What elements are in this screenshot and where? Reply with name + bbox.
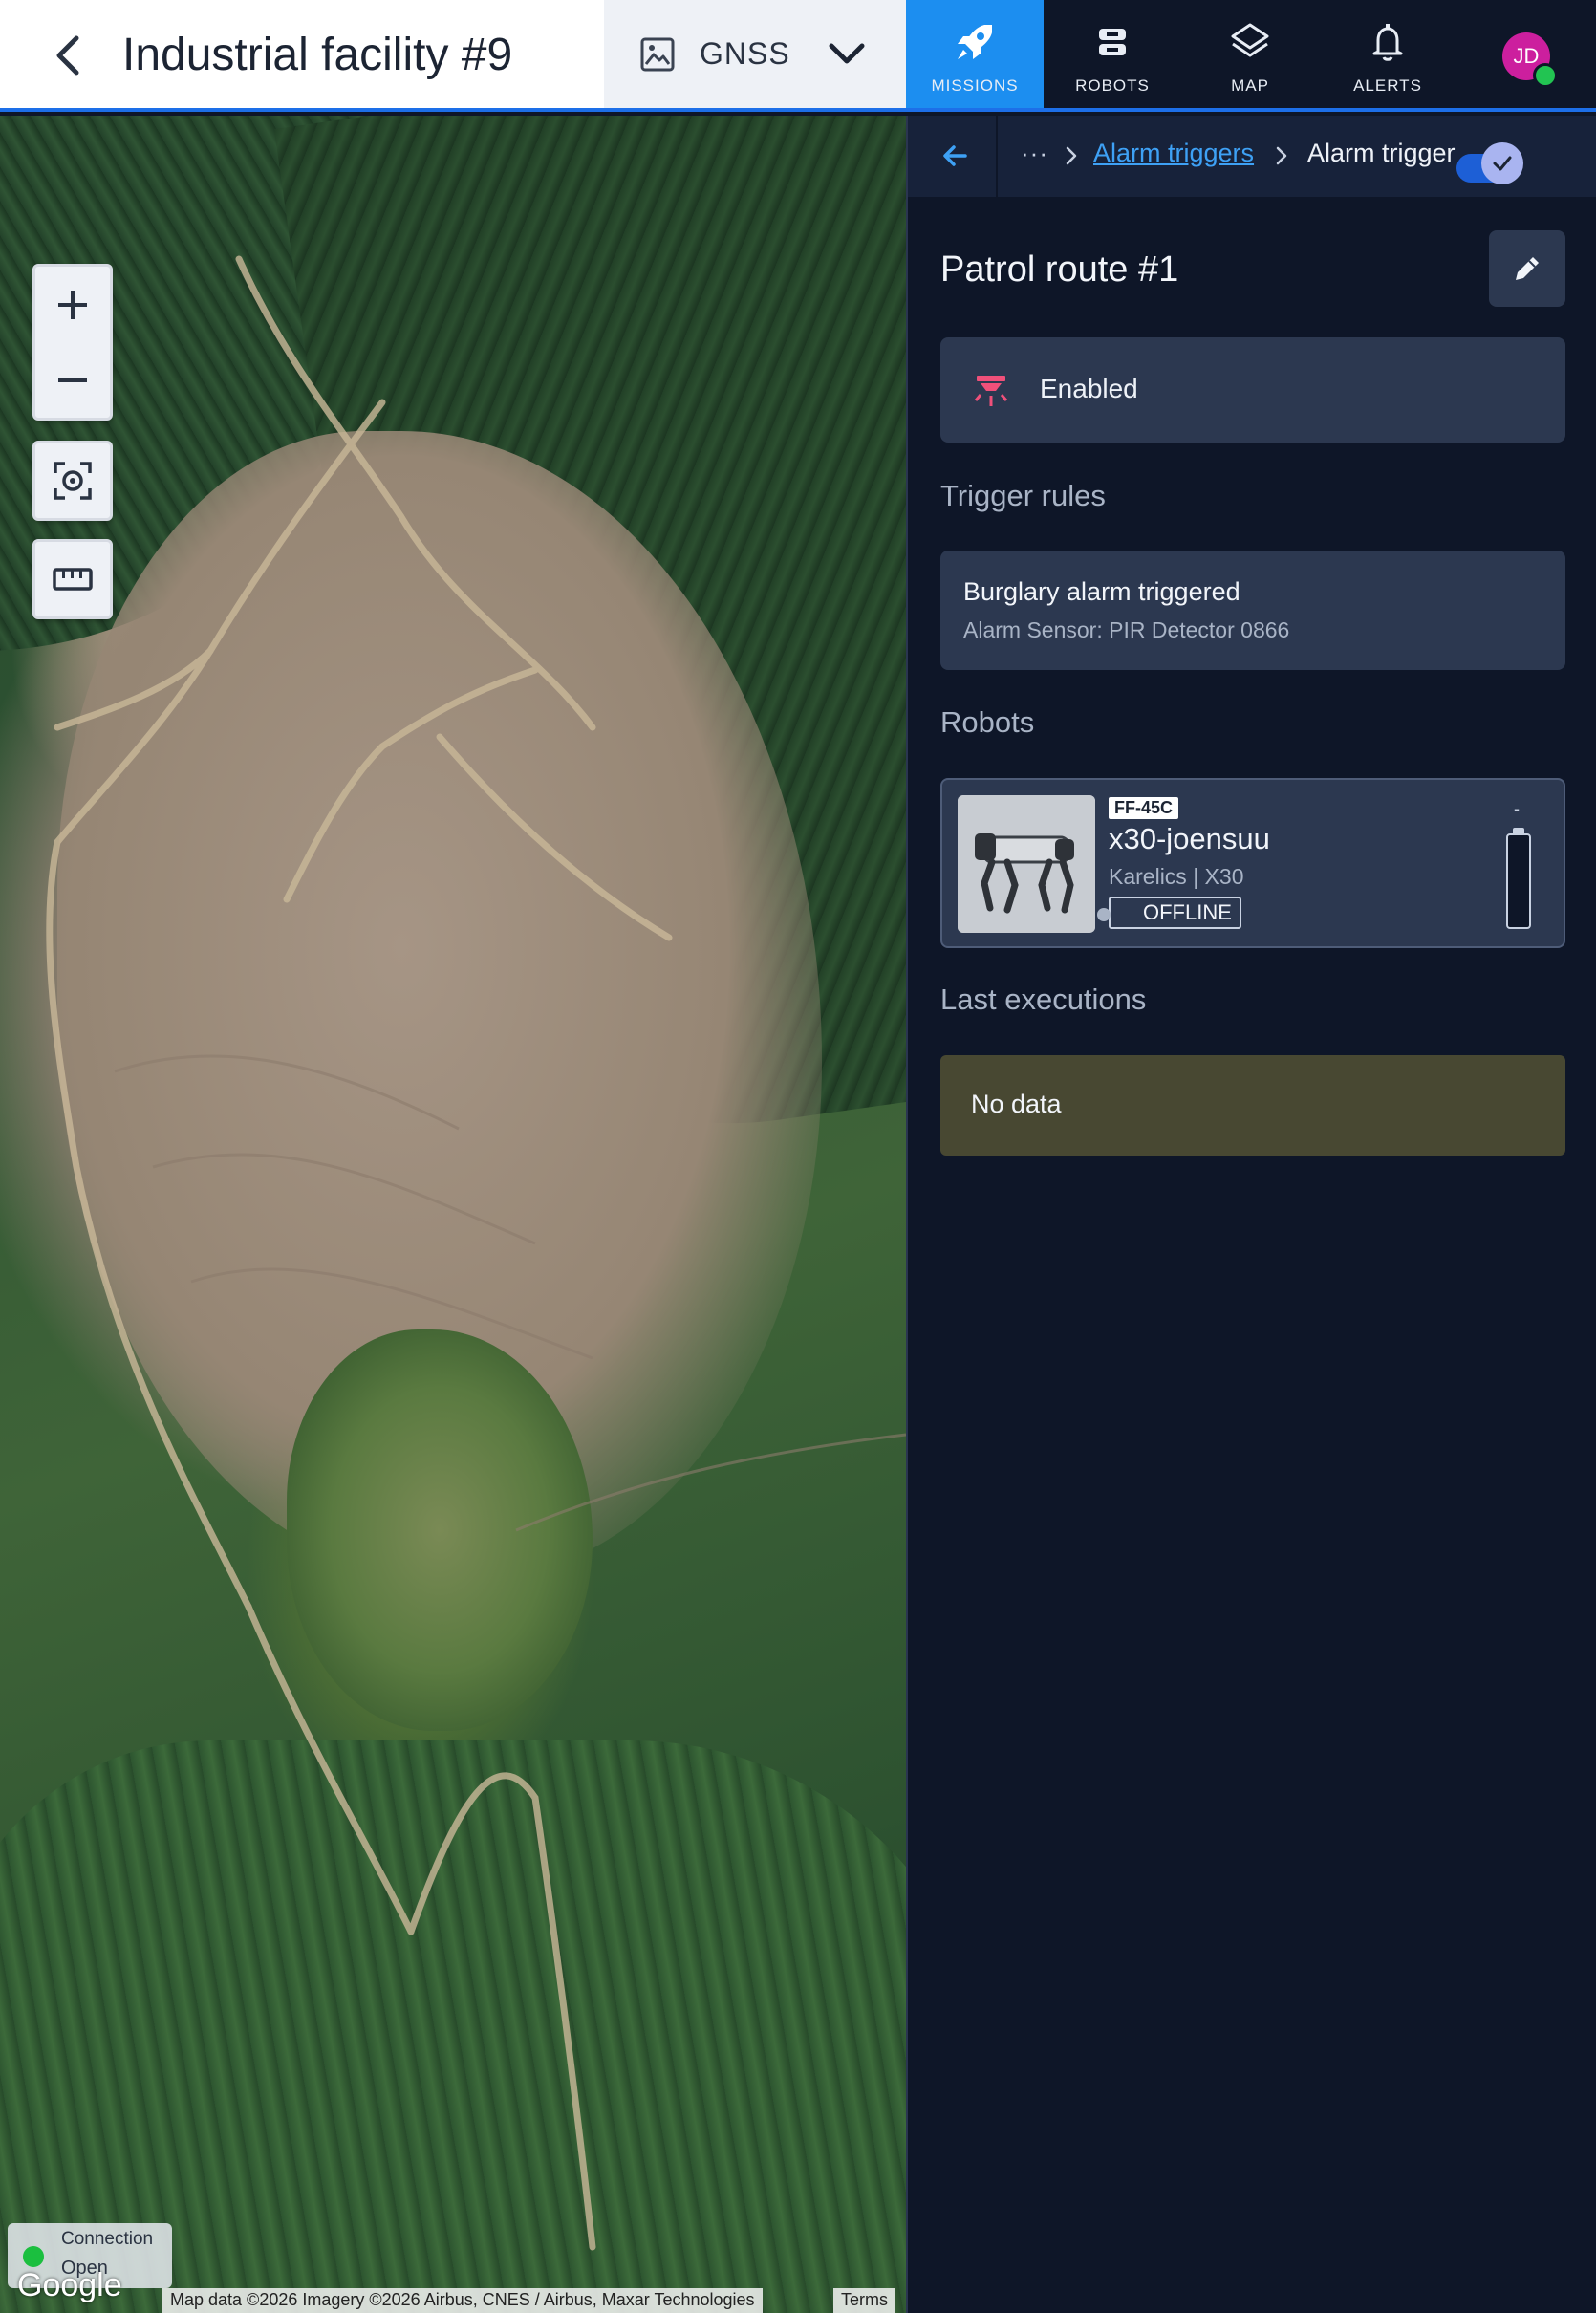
robot-name: x30-joensuu [1109,822,1270,855]
check-icon [1493,156,1512,171]
nav-alerts-label: ALERTS [1353,76,1422,95]
robot-model: Karelics | X30 [1109,864,1244,889]
image-icon [640,37,675,71]
map-header: Industrial facility #9 GNSS [0,0,906,112]
zoom-controls [32,264,113,421]
nav-robots-label: ROBOTS [1075,76,1150,95]
layers-icon [1231,23,1269,57]
robot-status-badge: OFFLINE [1109,897,1241,929]
map-imagery-tracks [46,255,906,2251]
breadcrumb-more[interactable]: ··· [1021,139,1048,168]
trigger-rule-subtitle: Alarm Sensor: PIR Detector 0866 [963,617,1290,642]
zoom-in-button[interactable] [35,267,110,342]
trigger-detail-panel: ··· Alarm triggers Alarm trigger Patrol … [906,116,1596,2313]
breadcrumb-link-alarm-triggers[interactable]: Alarm triggers [1093,139,1254,168]
breadcrumb-divider [996,116,998,197]
chevron-left-icon [56,35,79,76]
connection-title: Connection [61,2229,154,2249]
edit-button[interactable] [1489,230,1565,307]
executions-empty-state: No data [940,1055,1565,1156]
map-attribution: Map data ©2026 Imagery ©2026 Airbus, CNE… [162,2288,763,2313]
nav-missions-label: MISSIONS [931,76,1019,95]
back-button[interactable] [38,25,99,86]
chevron-down-icon [829,43,865,64]
nav-alerts[interactable]: ALERTS [1319,0,1456,108]
pencil-icon [1516,257,1539,280]
google-logo: Google [17,2267,122,2303]
nav-map[interactable]: MAP [1181,0,1319,108]
top-nav: MISSIONS ROBOTS MAP ALERTS [906,0,1596,112]
recenter-button[interactable] [32,441,113,521]
map-layer-select[interactable]: GNSS [604,0,906,108]
battery-level: - [1514,799,1520,818]
nav-robots[interactable]: ROBOTS [1044,0,1181,108]
trigger-rule-item[interactable]: Burglary alarm triggered Alarm Sensor: P… [940,551,1565,670]
last-executions-heading: Last executions [940,983,1147,1016]
robot-card[interactable]: FF-45C x30-joensuu Karelics | X30 OFFLIN… [940,778,1565,948]
map-layer-value: GNSS [700,36,790,71]
plus-icon [58,290,87,319]
breadcrumb-current: Alarm trigger [1307,139,1456,167]
enabled-card: Enabled [940,337,1565,443]
chevron-right-icon [1066,146,1077,165]
no-data-label: No data [971,1090,1062,1118]
robots-heading: Robots [940,705,1035,739]
robot-dog-image [958,795,1095,933]
trigger-name: Patrol route #1 [940,249,1179,290]
ruler-icon [53,568,93,591]
alarm-sensor-icon [974,376,1008,406]
online-status-dot [1533,63,1558,88]
map-terms-link[interactable]: Terms [833,2288,895,2313]
battery-icon [1506,833,1531,929]
arrow-left-icon[interactable] [937,137,975,175]
map-view[interactable] [0,116,906,2313]
zoom-out-button[interactable] [35,342,110,418]
enabled-label: Enabled [1040,374,1138,403]
nav-missions[interactable]: MISSIONS [906,0,1044,108]
bell-icon [1372,24,1403,61]
minus-icon [58,378,87,382]
measure-button[interactable] [32,539,113,619]
connection-status-dot [23,2246,44,2267]
nav-map-label: MAP [1231,76,1269,95]
enabled-toggle-knob[interactable] [1481,142,1523,184]
facility-title: Industrial facility #9 [122,30,513,80]
focus-icon [54,462,92,500]
robot-tag: FF-45C [1109,797,1179,819]
robot-photo [958,795,1095,933]
rocket-icon [958,25,992,59]
robot-status-dot [1097,908,1111,921]
trigger-rule-title: Burglary alarm triggered [963,577,1240,606]
trigger-rules-heading: Trigger rules [940,479,1106,512]
robot-icon [1099,29,1126,55]
chevron-right-icon [1276,146,1287,165]
